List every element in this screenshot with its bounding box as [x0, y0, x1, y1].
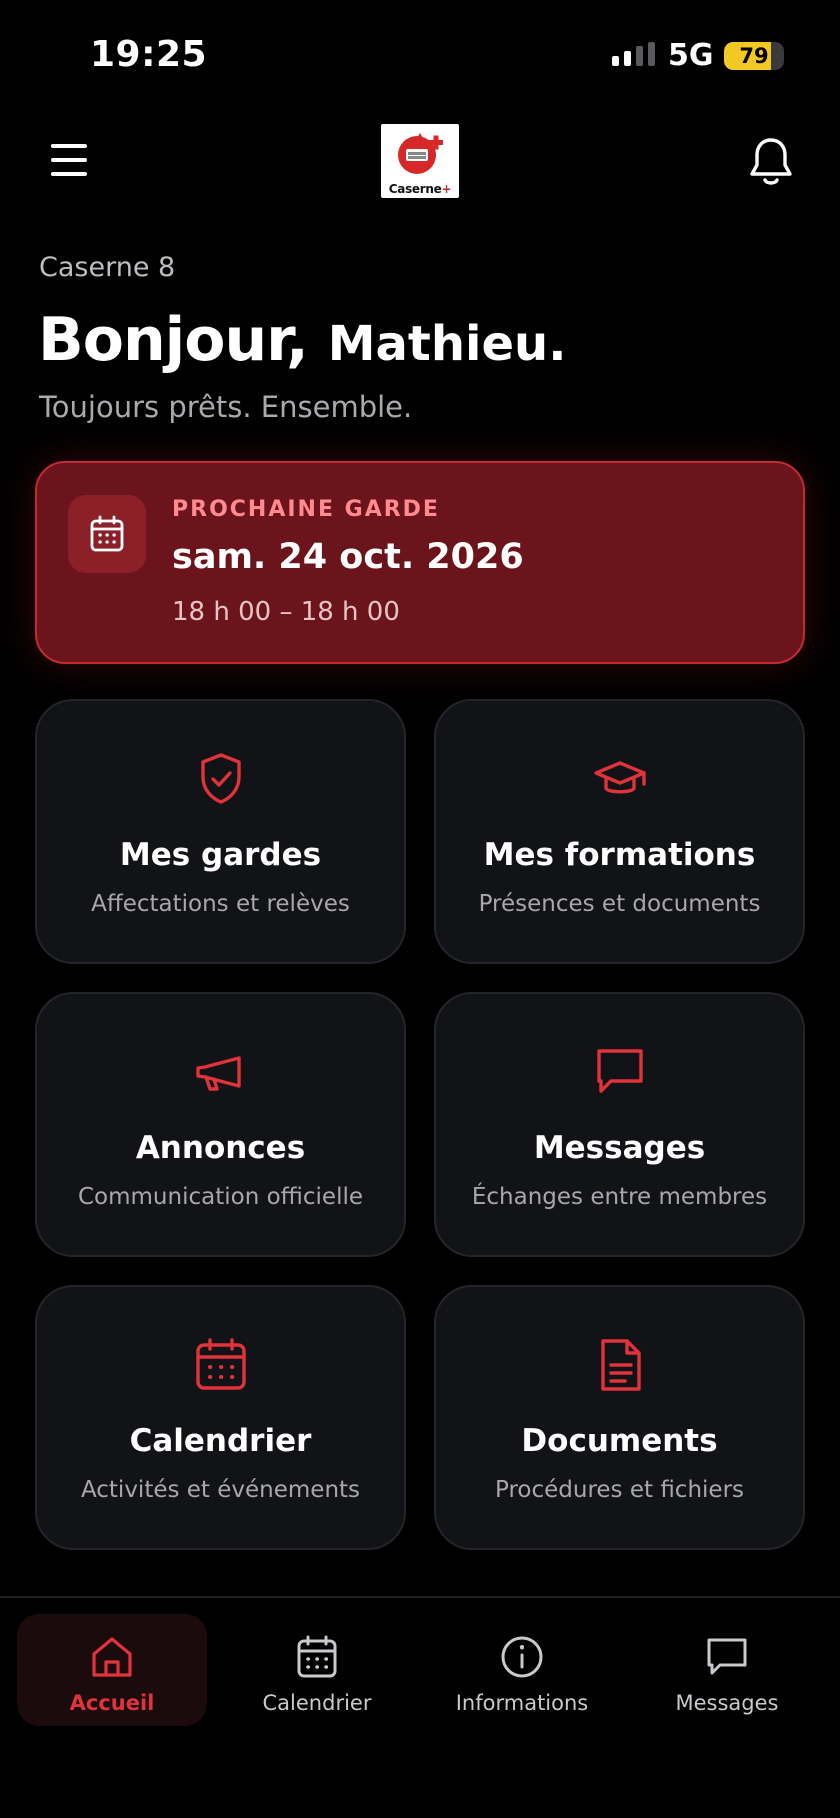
signal-icon	[612, 42, 655, 66]
next-shift-date: sam. 24 oct. 2026	[172, 537, 524, 577]
nav-label: Messages	[675, 1691, 779, 1715]
nav-item-calendrier[interactable]: Calendrier	[222, 1614, 412, 1726]
nav-label: Accueil	[69, 1691, 155, 1715]
logo-icon	[398, 133, 443, 174]
tile-documents[interactable]: Documents Procédures et fichiers	[434, 1285, 805, 1550]
tile-annonces[interactable]: Annonces Communication officielle	[35, 992, 406, 1257]
tile-mes-gardes[interactable]: Mes gardes Affectations et relèves	[35, 699, 406, 964]
notifications-bell-icon[interactable]	[748, 136, 794, 188]
tile-title: Annonces	[135, 1130, 306, 1166]
nav-label: Informations	[455, 1691, 589, 1715]
tile-subtitle: Présences et documents	[478, 891, 761, 917]
message-icon	[596, 1049, 643, 1093]
tile-subtitle: Procédures et fichiers	[494, 1477, 745, 1503]
status-bar: 19:25 5G 79	[0, 0, 840, 110]
tile-subtitle: Activités et événements	[80, 1477, 361, 1503]
station-name: Caserne 8	[39, 252, 176, 283]
greeting-name: Mathieu.	[327, 316, 567, 372]
bottom-nav: Accueil Calendrier Informations Messages	[0, 1596, 840, 1818]
tagline: Toujours prêts. Ensemble.	[39, 390, 413, 424]
home-icon	[92, 1637, 132, 1677]
calendar-icon	[297, 1635, 337, 1678]
logo-text: Caserne+	[388, 182, 452, 196]
tile-subtitle: Communication officielle	[77, 1184, 364, 1210]
calendar-icon	[195, 1338, 246, 1390]
next-shift-label: PROCHAINE GARDE	[172, 497, 440, 522]
battery-level: 79	[739, 44, 769, 68]
nav-item-messages[interactable]: Messages	[632, 1614, 822, 1726]
tile-mes-formations[interactable]: Mes formations Présences et documents	[434, 699, 805, 964]
greeting-hello: Bonjour,	[38, 305, 309, 375]
next-shift-card[interactable]: PROCHAINE GARDE sam. 24 oct. 2026 18 h 0…	[35, 461, 805, 664]
tile-calendrier[interactable]: Calendrier Activités et événements	[35, 1285, 406, 1550]
tile-title: Mes formations	[483, 837, 756, 873]
document-icon	[600, 1339, 641, 1391]
tile-subtitle: Affectations et relèves	[91, 891, 350, 917]
app-logo: Caserne+	[381, 124, 459, 198]
network-type: 5G	[668, 38, 714, 73]
tile-messages[interactable]: Messages Échanges entre membres	[434, 992, 805, 1257]
nav-item-accueil[interactable]: Accueil	[17, 1614, 207, 1726]
menu-button[interactable]	[44, 138, 94, 182]
next-shift-time: 18 h 00 – 18 h 00	[172, 597, 400, 627]
next-shift-icon-box	[68, 495, 146, 573]
nav-label: Calendrier	[262, 1691, 372, 1715]
menu-icon	[51, 144, 87, 148]
battery-indicator: 79	[724, 42, 784, 70]
status-time: 19:25	[90, 34, 208, 75]
greeting-heading: Bonjour, Mathieu.	[38, 305, 566, 375]
tile-title: Messages	[533, 1130, 706, 1166]
message-icon	[707, 1638, 747, 1675]
tile-title: Mes gardes	[119, 837, 322, 873]
graduation-cap-icon	[593, 761, 646, 794]
nav-item-informations[interactable]: Informations	[427, 1614, 617, 1726]
shield-check-icon	[200, 753, 241, 804]
tile-title: Calendrier	[129, 1423, 312, 1459]
megaphone-icon	[195, 1056, 241, 1091]
info-icon	[501, 1636, 543, 1678]
tile-subtitle: Échanges entre membres	[471, 1184, 768, 1210]
calendar-icon	[90, 515, 124, 552]
tile-title: Documents	[521, 1423, 718, 1459]
